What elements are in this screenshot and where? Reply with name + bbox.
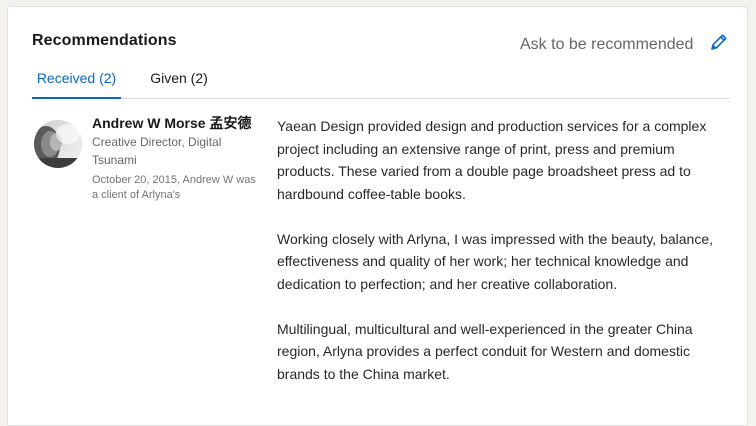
author-avatar[interactable] — [34, 120, 82, 168]
author-name[interactable]: Andrew W Morse 孟安德 — [92, 113, 262, 133]
author-info: Andrew W Morse 孟安德 Creative Director, Di… — [92, 113, 262, 203]
author-headline: Creative Director, Digital Tsunami — [92, 135, 222, 167]
recommendation-paragraph: Working closely with Arlyna, I was impre… — [277, 230, 714, 292]
section-title: Recommendations — [32, 32, 177, 49]
recommendation-paragraph: Yaean Design provided design and product… — [277, 118, 707, 202]
edit-recommendations-button[interactable] — [707, 30, 731, 54]
recommendation-paragraph: Multilingual, multicultural and well-exp… — [277, 320, 693, 382]
tab-given[interactable]: Given (2) — [150, 67, 208, 98]
tab-received[interactable]: Received (2) — [32, 67, 121, 99]
author-photo — [34, 120, 82, 168]
pencil-icon — [711, 34, 727, 50]
recommendations-card: Recommendations Ask to be recommended Re… — [7, 6, 748, 426]
recommendation-date-relationship: October 20, 2015, Andrew W was a client … — [92, 174, 256, 201]
recommendation-text: Yaean Design provided design and product… — [277, 115, 722, 408]
ask-to-be-recommended-link[interactable]: Ask to be recommended — [520, 36, 693, 54]
recommendation-tabs: Received (2) Given (2) — [32, 67, 730, 99]
